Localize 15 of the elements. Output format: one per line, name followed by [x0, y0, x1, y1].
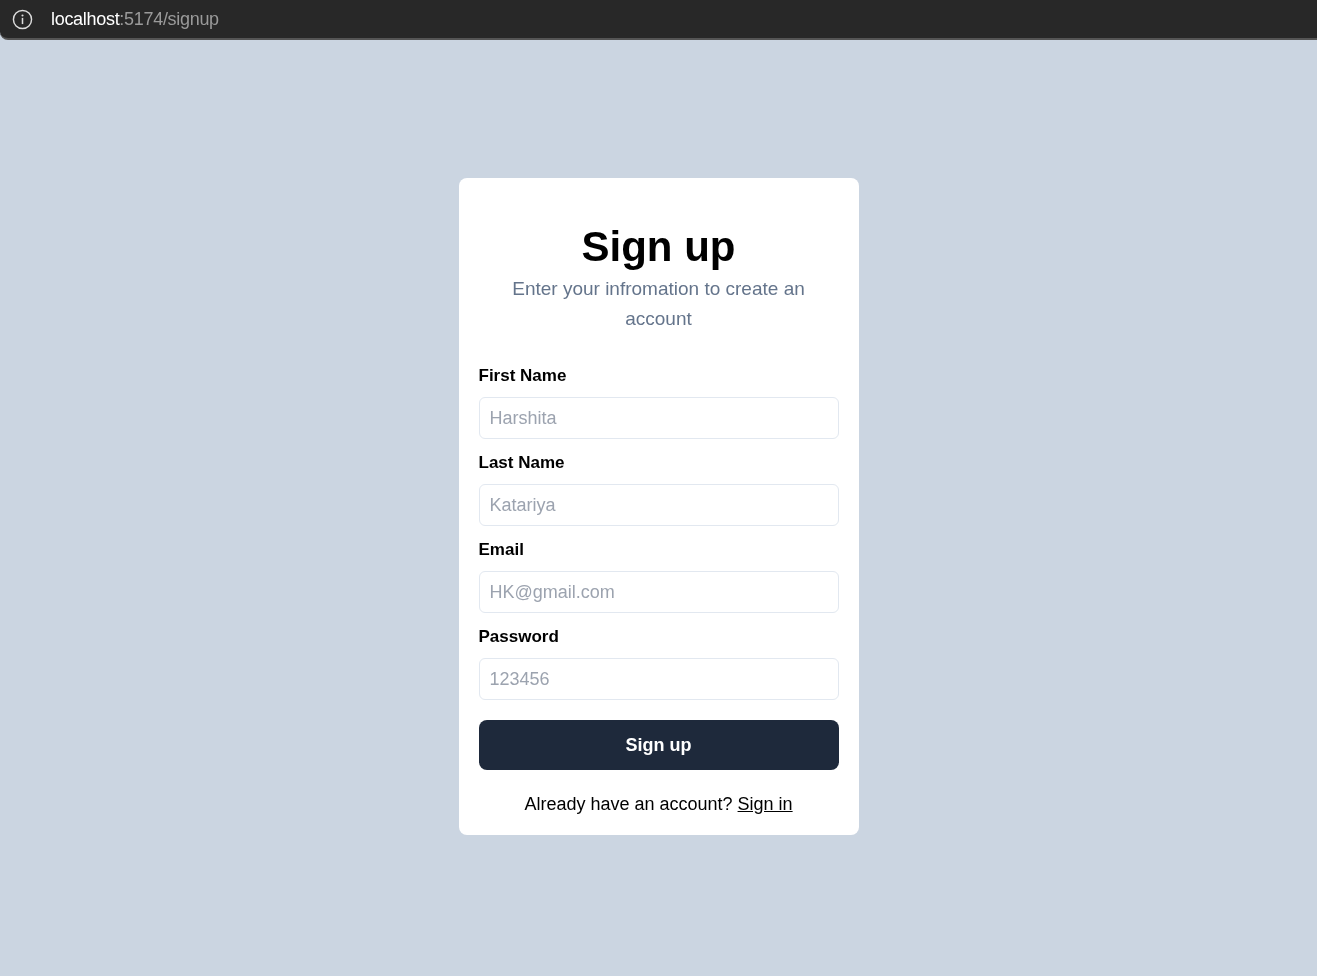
- url-text[interactable]: localhost:5174/signup: [51, 8, 219, 30]
- input-field[interactable]: 123456: [478, 658, 839, 700]
- input-field[interactable]: HK@gmail.com: [478, 571, 839, 613]
- footer-text: Already have an account?: [524, 794, 733, 814]
- info-icon[interactable]: [12, 8, 33, 30]
- card-subtitle: Enter your infromation to create an account: [511, 277, 806, 331]
- signup-button[interactable]: Sign up: [478, 720, 839, 770]
- card-title: Sign up: [580, 223, 737, 271]
- field-label: Last Name: [478, 452, 566, 474]
- field-label: Email: [478, 539, 525, 561]
- field-label: Password: [478, 626, 560, 648]
- input-field[interactable]: Katariya: [478, 484, 839, 526]
- signin-link[interactable]: Sign in: [737, 794, 793, 814]
- field-label: First Name: [478, 365, 568, 387]
- input-field[interactable]: Harshita: [478, 397, 839, 439]
